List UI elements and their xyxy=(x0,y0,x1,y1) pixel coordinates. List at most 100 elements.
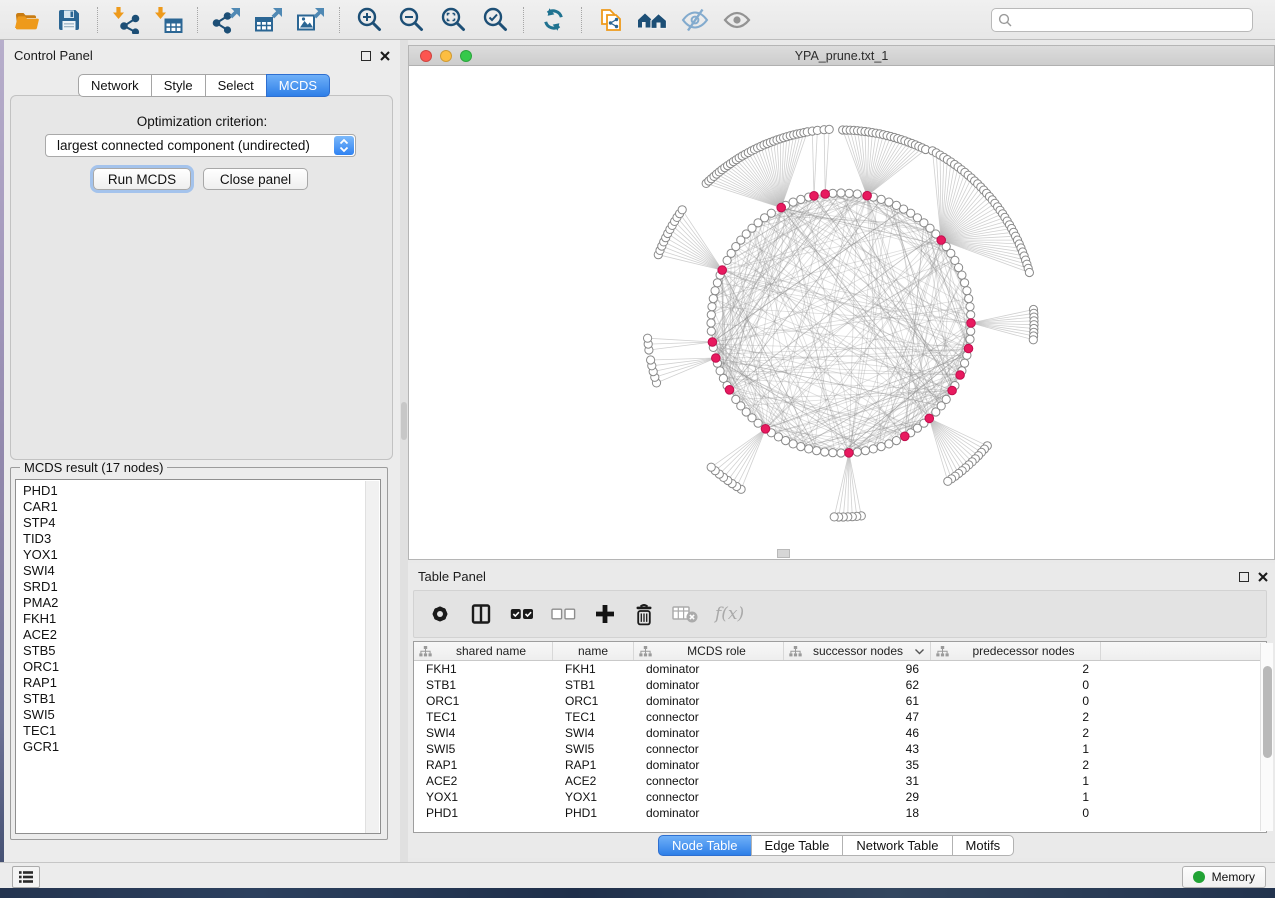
mcds-list-scrollbar[interactable] xyxy=(365,481,379,834)
open-file-button[interactable] xyxy=(6,3,48,37)
cell-predecessor-nodes: 0 xyxy=(931,806,1101,820)
close-panel-icon[interactable] xyxy=(379,50,391,62)
mcds-result-item[interactable]: FKH1 xyxy=(16,611,380,627)
close-panel-button[interactable]: Close panel xyxy=(203,168,308,190)
network-window-titlebar[interactable]: YPA_prune.txt_1 xyxy=(409,46,1274,66)
tab-node-table[interactable]: Node Table xyxy=(658,835,752,856)
mcds-result-item[interactable]: PHD1 xyxy=(16,483,380,499)
export-table-icon xyxy=(254,6,284,34)
show-console-button[interactable] xyxy=(12,866,40,888)
network-graph xyxy=(409,66,1274,559)
tab-network-table[interactable]: Network Table xyxy=(842,835,952,856)
optimization-criterion-select[interactable]: largest connected component (undirected) xyxy=(45,134,356,157)
mcds-result-item[interactable]: YOX1 xyxy=(16,547,380,563)
table-row-swi4[interactable]: SWI4SWI4dominator462 xyxy=(414,725,1266,741)
tab-motifs[interactable]: Motifs xyxy=(952,835,1015,856)
search-field[interactable] xyxy=(991,8,1253,32)
export-table-button[interactable] xyxy=(248,3,290,37)
cell-mcds-role: dominator xyxy=(634,694,784,708)
select-stepper[interactable] xyxy=(334,136,354,155)
network-canvas[interactable] xyxy=(409,66,1274,559)
import-network-button[interactable] xyxy=(106,3,148,37)
mcds-result-item[interactable]: STB5 xyxy=(16,643,380,659)
panel-divider[interactable] xyxy=(400,40,408,862)
save-session-button[interactable] xyxy=(48,3,90,37)
mcds-result-item[interactable]: SRD1 xyxy=(16,579,380,595)
select-all-rows-button[interactable] xyxy=(510,608,534,620)
column-header-mcds-role[interactable]: MCDS role xyxy=(634,642,784,660)
mcds-result-item[interactable]: STB1 xyxy=(16,691,380,707)
column-scope-icon xyxy=(419,646,432,657)
mcds-result-item[interactable]: TEC1 xyxy=(16,723,380,739)
cell-mcds-role: connector xyxy=(634,742,784,756)
splitter-grip[interactable] xyxy=(777,549,790,558)
table-row-ace2[interactable]: ACE2ACE2connector311 xyxy=(414,773,1266,789)
tab-select[interactable]: Select xyxy=(205,74,267,97)
table-settings-button[interactable] xyxy=(428,602,452,626)
table-row-rap1[interactable]: RAP1RAP1dominator352 xyxy=(414,757,1266,773)
tab-edge-table[interactable]: Edge Table xyxy=(751,835,844,856)
search-input[interactable] xyxy=(1017,12,1246,28)
zoom-out-button[interactable] xyxy=(390,3,432,37)
cell-successor-nodes: 29 xyxy=(784,790,931,804)
mcds-result-item[interactable]: RAP1 xyxy=(16,675,380,691)
sort-desc-icon xyxy=(914,648,925,655)
control-panel: Control Panel NetworkStyleSelectMCDS Opt… xyxy=(4,40,400,862)
delete-column-button[interactable] xyxy=(633,602,655,627)
memory-button[interactable]: Memory xyxy=(1182,866,1266,888)
deselect-all-rows-button[interactable] xyxy=(551,608,577,620)
mcds-result-item[interactable]: GCR1 xyxy=(16,739,380,755)
column-header-successor-nodes[interactable]: successor nodes xyxy=(784,642,931,660)
table-row-yox1[interactable]: YOX1YOX1connector291 xyxy=(414,789,1266,805)
mcds-result-item[interactable]: PMA2 xyxy=(16,595,380,611)
first-neighbors-button[interactable] xyxy=(632,3,674,37)
tab-style[interactable]: Style xyxy=(151,74,206,97)
table-row-swi5[interactable]: SWI5SWI5connector431 xyxy=(414,741,1266,757)
mcds-result-item[interactable]: TID3 xyxy=(16,531,380,547)
tab-mcds[interactable]: MCDS xyxy=(266,74,330,97)
mcds-result-item[interactable]: ACE2 xyxy=(16,627,380,643)
export-network-button[interactable] xyxy=(206,3,248,37)
import-table-button[interactable] xyxy=(148,3,190,37)
selected-option: largest connected component (undirected) xyxy=(46,138,334,153)
hide-selected-button[interactable] xyxy=(674,3,716,37)
show-all-button[interactable] xyxy=(716,3,758,37)
column-header-predecessor-nodes[interactable]: predecessor nodes xyxy=(931,642,1101,660)
mcds-result-item[interactable]: CAR1 xyxy=(16,499,380,515)
table-row-phd1[interactable]: PHD1PHD1dominator180 xyxy=(414,805,1266,821)
cell-successor-nodes: 47 xyxy=(784,710,931,724)
mcds-result-item[interactable]: ORC1 xyxy=(16,659,380,675)
create-column-button[interactable] xyxy=(594,603,616,625)
float-panel-icon[interactable] xyxy=(361,51,371,61)
float-panel-icon[interactable] xyxy=(1239,572,1249,582)
table-row-tec1[interactable]: TEC1TEC1connector472 xyxy=(414,709,1266,725)
import-table-icon xyxy=(154,6,184,34)
mcds-result-item[interactable]: STP4 xyxy=(16,515,380,531)
divider-scroll-thumb[interactable] xyxy=(401,402,407,440)
memory-label: Memory xyxy=(1212,870,1255,884)
tab-network[interactable]: Network xyxy=(78,74,152,97)
zoom-fit-button[interactable] xyxy=(432,3,474,37)
table-row-stb1[interactable]: STB1STB1dominator620 xyxy=(414,677,1266,693)
zoom-selected-button[interactable] xyxy=(474,3,516,37)
table-row-orc1[interactable]: ORC1ORC1dominator610 xyxy=(414,693,1266,709)
table-row-fkh1[interactable]: FKH1FKH1dominator962 xyxy=(414,661,1266,677)
refresh-view-button[interactable] xyxy=(532,3,574,37)
clone-network-button[interactable] xyxy=(590,3,632,37)
column-header-shared-name[interactable]: shared name xyxy=(414,642,553,660)
zoom-in-button[interactable] xyxy=(348,3,390,37)
run-mcds-button[interactable]: Run MCDS xyxy=(93,168,191,190)
close-panel-icon[interactable] xyxy=(1257,571,1269,583)
column-header-name[interactable]: name xyxy=(553,642,634,660)
mcds-result-item[interactable]: SWI4 xyxy=(16,563,380,579)
cell-name: YOX1 xyxy=(553,790,634,804)
export-image-button[interactable] xyxy=(290,3,332,37)
table-scrollbar-thumb[interactable] xyxy=(1263,666,1272,758)
mcds-result-item[interactable]: SWI5 xyxy=(16,707,380,723)
delete-table-icon xyxy=(672,604,698,624)
show-columns-button[interactable] xyxy=(469,602,493,626)
table-toolbar: f(x) xyxy=(413,590,1267,638)
network-view-window: YPA_prune.txt_1 xyxy=(408,45,1275,560)
cell-shared-name: SWI4 xyxy=(414,726,553,740)
column-header-label: shared name xyxy=(435,644,547,658)
